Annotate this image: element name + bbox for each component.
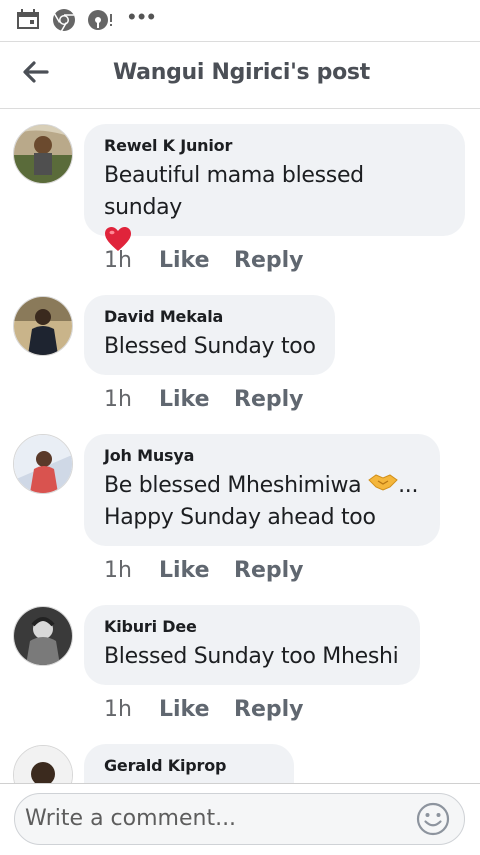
like-button[interactable]: Like <box>159 387 234 412</box>
like-button[interactable]: Like <box>159 697 234 722</box>
comment-composer: Write a comment... <box>0 783 480 855</box>
handshake-emoji-icon <box>368 470 398 502</box>
avatar[interactable] <box>13 606 73 666</box>
comment-bubble[interactable]: Joh Musya Be blessed Mheshimiwa ... Happ… <box>84 434 440 546</box>
comment-author[interactable]: Gerald Kiprop <box>104 756 276 776</box>
comment-actions: 1h Like Reply <box>104 387 304 412</box>
comment-actions: 1h Like Reply <box>104 697 304 722</box>
comment-time: 1h <box>104 387 132 412</box>
reply-button[interactable]: Reply <box>234 387 304 412</box>
smiley-icon[interactable] <box>416 802 450 841</box>
like-button[interactable]: Like <box>159 558 234 583</box>
comment-text: Be blessed Mheshimiwa ... Happy Sunday a… <box>104 470 422 534</box>
comment-author[interactable]: Kiburi Dee <box>104 617 402 637</box>
comment-text: Blessed Sunday too Mheshi <box>104 644 399 669</box>
like-button[interactable]: Like <box>159 248 234 273</box>
comment-time: 1h <box>104 558 132 583</box>
more-dots-icon: ••• <box>128 4 158 29</box>
comment-text-line: Be blessed Mheshimiwa <box>104 473 362 498</box>
comment-author[interactable]: David Mekala <box>104 307 317 327</box>
reply-button[interactable]: Reply <box>234 248 304 273</box>
comment-text-ellipsis: ... <box>398 473 419 498</box>
comment-time: 1h <box>104 697 132 722</box>
chrome-icon <box>52 8 76 37</box>
comment-bubble[interactable]: Kiburi Dee Blessed Sunday too Mheshi <box>84 605 420 685</box>
page-title: Wangui Ngirici's post <box>113 60 370 85</box>
reply-button[interactable]: Reply <box>234 697 304 722</box>
comment-time: 1h <box>104 248 132 273</box>
avatar[interactable] <box>13 124 73 184</box>
comment-text-line: Happy Sunday ahead too <box>104 505 376 530</box>
comment-actions: 1h Like Reply <box>104 248 304 273</box>
comment-author[interactable]: Joh Musya <box>104 446 422 466</box>
comment-text: Blessed Sunday too <box>104 334 316 359</box>
avatar[interactable] <box>13 296 73 356</box>
comment-input[interactable]: Write a comment... <box>14 793 465 845</box>
status-bar: ••• <box>0 0 480 40</box>
comment-bubble[interactable]: Gerald Kiprop <box>84 744 294 783</box>
comment-actions: 1h Like Reply <box>104 558 304 583</box>
reply-button[interactable]: Reply <box>234 558 304 583</box>
avatar[interactable] <box>13 745 73 783</box>
avatar[interactable] <box>13 434 73 494</box>
comment-text: Beautiful mama blessed sunday <box>104 163 364 220</box>
comment-input-placeholder: Write a comment... <box>25 806 237 831</box>
calendar-icon <box>16 8 40 35</box>
comment-list[interactable]: Rewel K Junior Beautiful mama blessed su… <box>0 108 480 783</box>
comment-author[interactable]: Rewel K Junior <box>104 136 447 156</box>
post-header: Wangui Ngirici's post <box>0 41 480 109</box>
comment-bubble[interactable]: David Mekala Blessed Sunday too <box>84 295 335 375</box>
arrow-left-icon <box>23 61 49 83</box>
podcast-icon <box>88 8 114 37</box>
back-button[interactable] <box>18 54 54 90</box>
comment-bubble[interactable]: Rewel K Junior Beautiful mama blessed su… <box>84 124 465 251</box>
